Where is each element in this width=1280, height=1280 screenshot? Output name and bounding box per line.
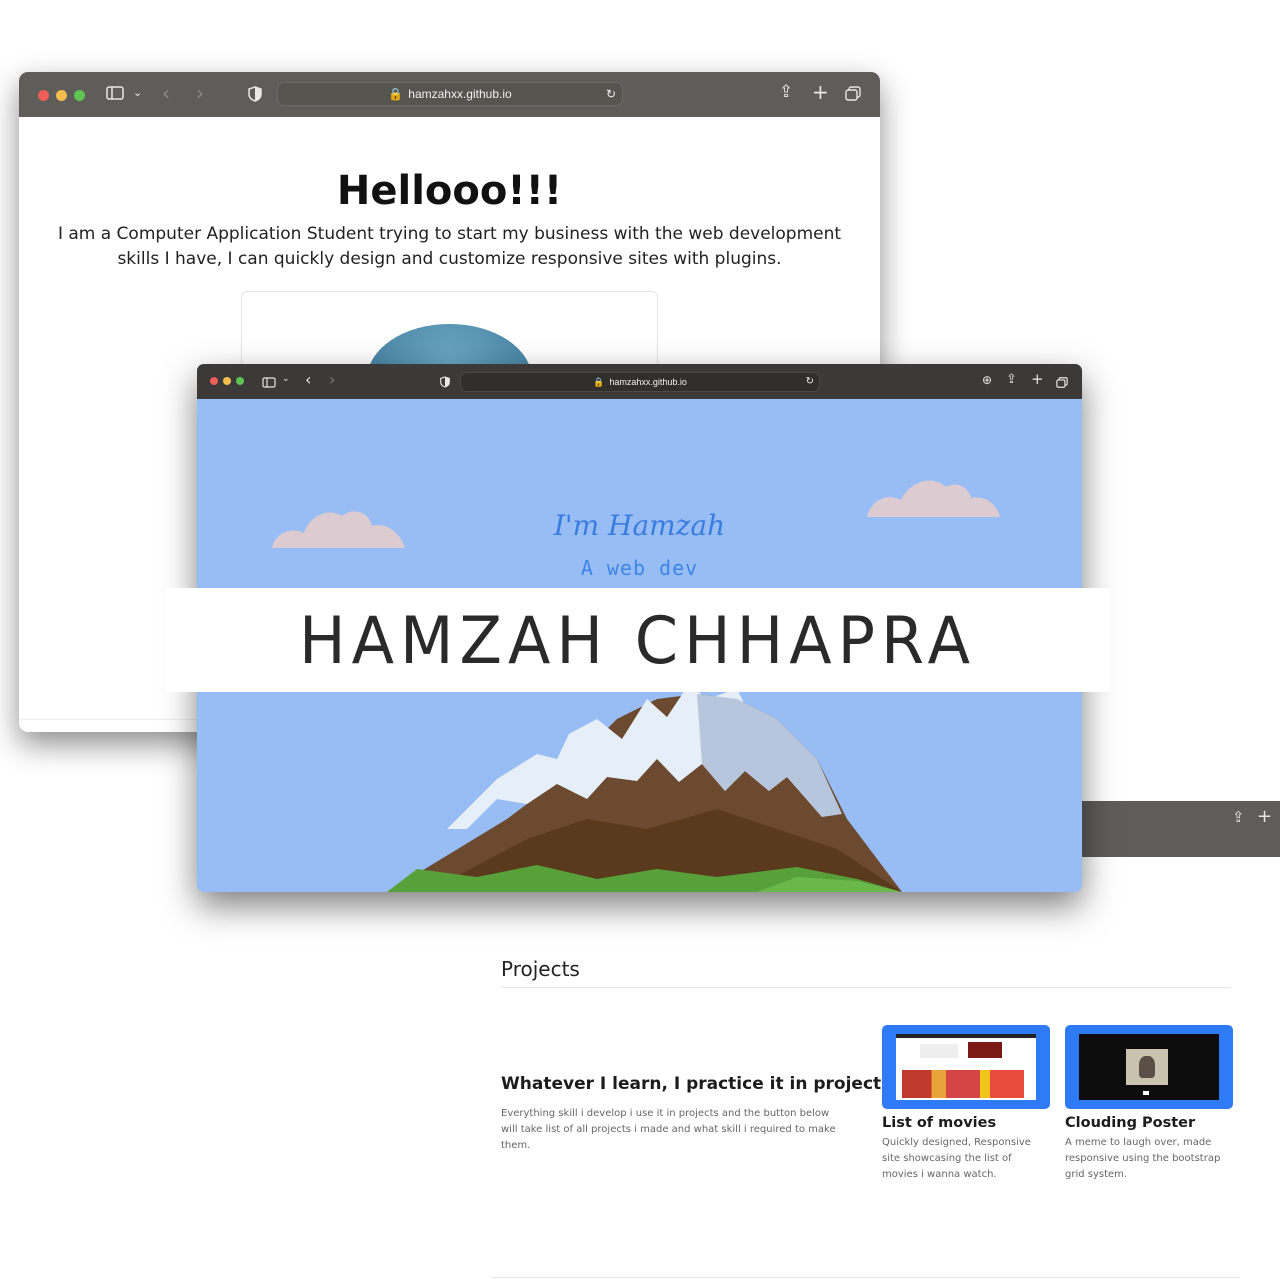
new-tab-icon[interactable]: +: [1257, 808, 1272, 826]
new-tab-icon[interactable]: +: [812, 82, 829, 102]
name-banner: HAMZAH CHHAPRA: [165, 588, 1110, 692]
zoom-window-button[interactable]: [74, 90, 85, 101]
thumbnail-screenshot: [896, 1034, 1036, 1100]
url-text: hamzahxx.github.io: [408, 87, 512, 101]
hero-greeting: I'm Hamzah: [553, 509, 726, 542]
intro-paragraph: I am a Computer Application Student tryi…: [57, 224, 842, 269]
reload-icon[interactable]: ↻: [806, 373, 814, 391]
forward-icon[interactable]: ›: [329, 372, 335, 388]
back-icon[interactable]: ‹: [305, 372, 311, 388]
project-title[interactable]: List of movies: [882, 1115, 1050, 1131]
url-text: hamzahxx.github.io: [609, 377, 687, 387]
tabs-overview-icon[interactable]: [845, 86, 861, 104]
address-bar[interactable]: 🔒 hamzahxx.github.io ↻: [277, 82, 623, 106]
chevron-down-icon[interactable]: ⌄: [133, 87, 142, 98]
address-bar[interactable]: 🔒 hamzahxx.github.io ↻: [460, 372, 820, 392]
forward-icon[interactable]: ›: [196, 83, 204, 103]
projects-lead-description: Everything skill i develop i use it in p…: [501, 1108, 836, 1151]
thumbnail-screenshot: [1079, 1034, 1219, 1100]
sidebar-icon[interactable]: [262, 375, 276, 391]
close-window-button[interactable]: [210, 377, 218, 385]
hero-subtitle: A web dev: [580, 556, 699, 580]
project-description: Quickly designed, Responsive site showca…: [882, 1137, 1031, 1180]
divider: [491, 1277, 1240, 1278]
project-card[interactable]: Clouding Poster A meme to laugh over, ma…: [1065, 1025, 1233, 1183]
divider: [501, 987, 1231, 988]
chevron-down-icon[interactable]: ⌄: [282, 375, 290, 384]
minimize-window-button[interactable]: [56, 90, 67, 101]
shield-icon[interactable]: [248, 86, 262, 105]
project-thumbnail[interactable]: [882, 1025, 1050, 1109]
share-icon[interactable]: ⇪: [779, 84, 793, 101]
share-icon[interactable]: ⇪: [1006, 373, 1017, 386]
projects-lead-title: Whatever I learn, I practice it in proje…: [501, 1074, 892, 1094]
new-tab-icon[interactable]: +: [1031, 372, 1044, 387]
close-window-button[interactable]: [38, 90, 49, 101]
browser-toolbar: ⌄ ‹ › 🔒 hamzahxx.github.io ↻ ⇪ +: [19, 72, 880, 117]
download-icon[interactable]: ⊕: [982, 374, 992, 386]
zoom-window-button[interactable]: [236, 377, 244, 385]
project-card[interactable]: List of movies Quickly designed, Respons…: [882, 1025, 1050, 1183]
share-icon[interactable]: ⇪: [1232, 810, 1245, 825]
project-title[interactable]: Clouding Poster: [1065, 1115, 1233, 1131]
lock-icon: 🔒: [593, 377, 605, 387]
name-banner-text: HAMZAH CHHAPRA: [298, 601, 977, 679]
tabs-overview-icon[interactable]: [1056, 375, 1068, 391]
project-thumbnail[interactable]: [1065, 1025, 1233, 1109]
section-title: Projects: [501, 957, 580, 981]
minimize-window-button[interactable]: [223, 377, 231, 385]
project-description: A meme to laugh over, made responsive us…: [1065, 1137, 1221, 1180]
sidebar-icon[interactable]: [106, 86, 124, 103]
shield-icon[interactable]: [440, 375, 450, 391]
back-icon[interactable]: ‹: [162, 83, 170, 103]
page-heading: Hellooo!!!: [336, 168, 563, 214]
browser-toolbar: ⌄ ‹ › 🔒 hamzahxx.github.io ↻ ⊕ ⇪ +: [197, 364, 1082, 399]
reload-icon[interactable]: ↻: [606, 83, 616, 105]
lock-icon: 🔒: [388, 87, 404, 101]
